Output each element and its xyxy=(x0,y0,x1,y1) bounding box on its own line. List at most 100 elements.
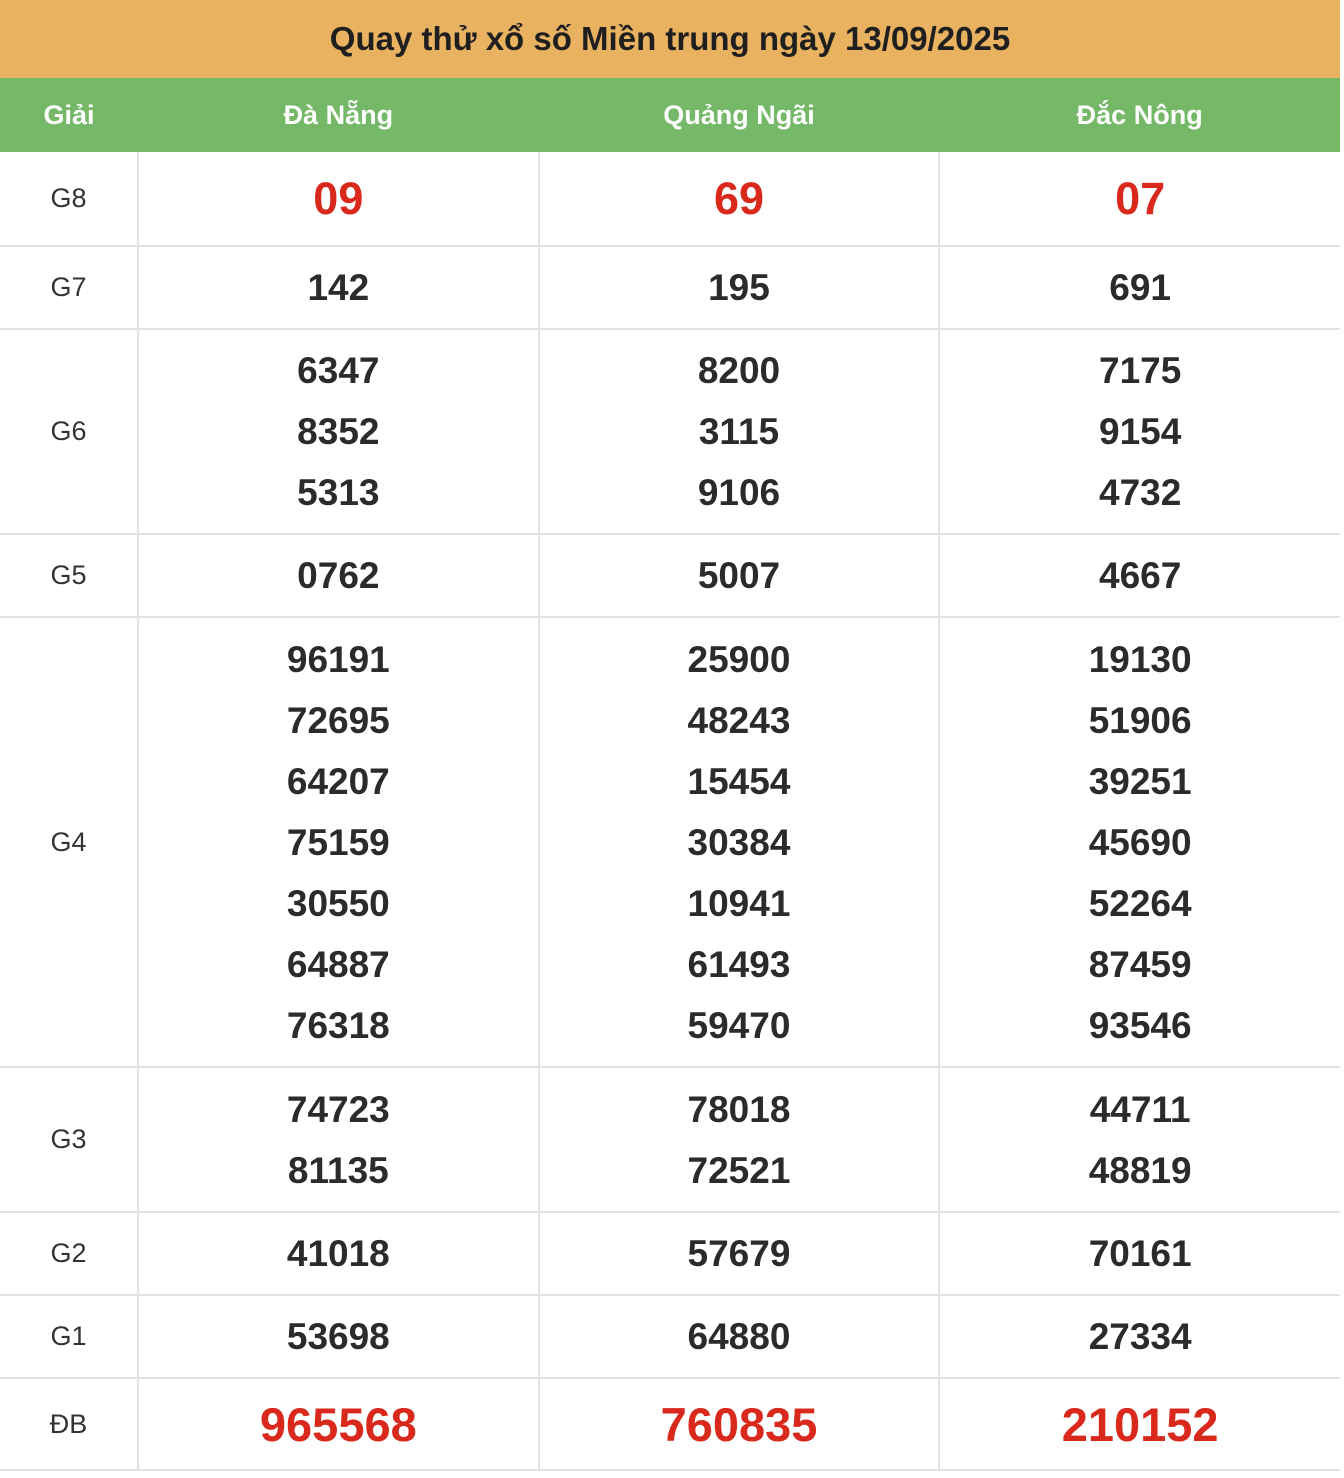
result-number: 3115 xyxy=(698,411,780,452)
result-cell: 07 xyxy=(938,152,1340,247)
result-cell: 210152 xyxy=(938,1377,1340,1471)
table-row: G1 53698 64880 27334 xyxy=(0,1294,1340,1379)
result-number: 4667 xyxy=(1099,555,1182,596)
header-province-3: Đắc Nông xyxy=(1076,99,1203,130)
result-number: 75159 xyxy=(286,821,390,863)
result-cell: 27334 xyxy=(938,1294,1340,1379)
table-row: G6 6347 8352 5313 8200 3115 9106 7175 9154 4732 xyxy=(0,328,1340,535)
result-cell: 7175 9154 4732 xyxy=(938,328,1340,535)
result-cell: 965568 xyxy=(137,1377,540,1471)
results-panel: Quay thử xổ số Miền trung ngày 13/09/202… xyxy=(0,0,1340,1471)
result-number: 195 xyxy=(708,267,770,308)
result-cell: 19130 51906 39251 45690 52264 87459 93546 xyxy=(938,616,1340,1068)
result-number: 76318 xyxy=(286,1004,390,1046)
result-number: 96191 xyxy=(286,638,390,680)
result-number: 41018 xyxy=(286,1233,390,1274)
result-cell: 142 xyxy=(137,245,540,330)
result-number: 07 xyxy=(1115,173,1166,224)
result-cell: 69 xyxy=(537,152,941,247)
result-number: 72521 xyxy=(687,1149,791,1191)
result-cell: 41018 xyxy=(137,1211,540,1296)
result-cell: 195 xyxy=(537,245,941,330)
result-number: 760835 xyxy=(660,1397,818,1451)
result-number: 7175 xyxy=(1099,350,1182,391)
result-cell: 691 xyxy=(938,245,1340,330)
result-number: 8352 xyxy=(297,411,380,452)
table-row: G4 96191 72695 64207 75159 30550 64887 76318 259… xyxy=(0,616,1340,1068)
prize-label: G6 xyxy=(0,328,139,535)
result-cell: 44711 48819 xyxy=(938,1066,1340,1213)
result-number: 57679 xyxy=(687,1233,791,1274)
result-number: 93546 xyxy=(1088,1004,1192,1046)
result-number: 51906 xyxy=(1088,699,1192,741)
result-cell: 78018 72521 xyxy=(537,1066,941,1213)
result-number: 9154 xyxy=(1099,411,1182,452)
result-number: 27334 xyxy=(1088,1316,1192,1357)
result-cell: 09 xyxy=(137,152,540,247)
prize-label: G7 xyxy=(0,245,139,330)
result-cell: 25900 48243 15454 30384 10941 61493 59470 xyxy=(537,616,941,1068)
result-number: 8200 xyxy=(697,350,781,391)
result-number: 48243 xyxy=(687,699,791,741)
result-number: 45690 xyxy=(1088,821,1192,863)
result-number: 39251 xyxy=(1088,760,1192,802)
prize-label: G3 xyxy=(0,1066,139,1213)
result-number: 52264 xyxy=(1088,882,1192,924)
header-province-1: Đà Nẵng xyxy=(283,99,394,130)
result-cell: 760835 xyxy=(537,1377,941,1471)
result-number: 64887 xyxy=(286,943,390,985)
result-number: 965568 xyxy=(259,1397,417,1451)
result-cell: 6347 8352 5313 xyxy=(137,328,540,535)
prize-label: G5 xyxy=(0,533,139,618)
table-row: G7 142 195 691 xyxy=(0,245,1340,330)
result-number: 5007 xyxy=(697,555,781,596)
prize-label: G4 xyxy=(0,616,139,1068)
table-row: G8 09 69 07 xyxy=(0,152,1340,247)
result-cell: 0762 xyxy=(137,533,540,618)
result-number: 691 xyxy=(1109,267,1172,308)
prize-label: G1 xyxy=(0,1294,139,1379)
result-number: 87459 xyxy=(1088,943,1192,985)
result-number: 74723 xyxy=(286,1088,390,1130)
result-cell: 53698 xyxy=(137,1294,540,1379)
result-number: 9106 xyxy=(697,472,781,513)
results-table: G8 09 69 07 G7 142 195 691 G6 6347 8352 5313 8200 311… xyxy=(0,152,1340,1471)
result-number: 78018 xyxy=(687,1088,791,1130)
result-cell: 64880 xyxy=(537,1294,941,1379)
prize-label: G8 xyxy=(0,152,139,247)
result-number: 5313 xyxy=(297,472,380,513)
result-number: 210152 xyxy=(1061,1397,1219,1451)
result-number: 15454 xyxy=(687,760,791,802)
result-number: 09 xyxy=(313,173,364,224)
result-number: 61493 xyxy=(687,943,791,985)
result-number: 44711 xyxy=(1089,1088,1191,1130)
table-row: G3 74723 81135 78018 72521 44711 48819 xyxy=(0,1066,1340,1213)
result-cell: 70161 xyxy=(938,1211,1340,1296)
result-number: 19130 xyxy=(1088,638,1192,680)
result-cell: 4667 xyxy=(938,533,1340,618)
result-number: 30550 xyxy=(286,882,390,924)
result-number: 72695 xyxy=(286,699,390,741)
result-number: 70161 xyxy=(1088,1233,1192,1274)
result-number: 59470 xyxy=(687,1004,791,1046)
result-number: 0762 xyxy=(297,555,380,596)
result-cell: 5007 xyxy=(537,533,941,618)
result-cell: 96191 72695 64207 75159 30550 64887 76318 xyxy=(137,616,540,1068)
table-header: Giải Đà Nẵng Quảng Ngãi Đắc Nông xyxy=(0,78,1340,152)
header-province-2: Quảng Ngãi xyxy=(663,99,815,130)
result-number: 64880 xyxy=(687,1316,791,1357)
result-number: 48819 xyxy=(1088,1149,1192,1191)
result-number: 25900 xyxy=(687,638,791,680)
table-row: G5 0762 5007 4667 xyxy=(0,533,1340,618)
prize-label: G2 xyxy=(0,1211,139,1296)
table-row: ĐB 965568 760835 210152 xyxy=(0,1377,1340,1471)
result-number: 64207 xyxy=(286,760,390,802)
result-number: 142 xyxy=(307,267,370,308)
result-cell: 57679 xyxy=(537,1211,941,1296)
result-number: 4732 xyxy=(1099,472,1182,513)
result-number: 6347 xyxy=(297,350,380,391)
header-prize-label: Giải xyxy=(43,99,95,130)
result-number: 69 xyxy=(713,173,765,224)
table-row: G2 41018 57679 70161 xyxy=(0,1211,1340,1296)
result-cell: 8200 3115 9106 xyxy=(537,328,941,535)
